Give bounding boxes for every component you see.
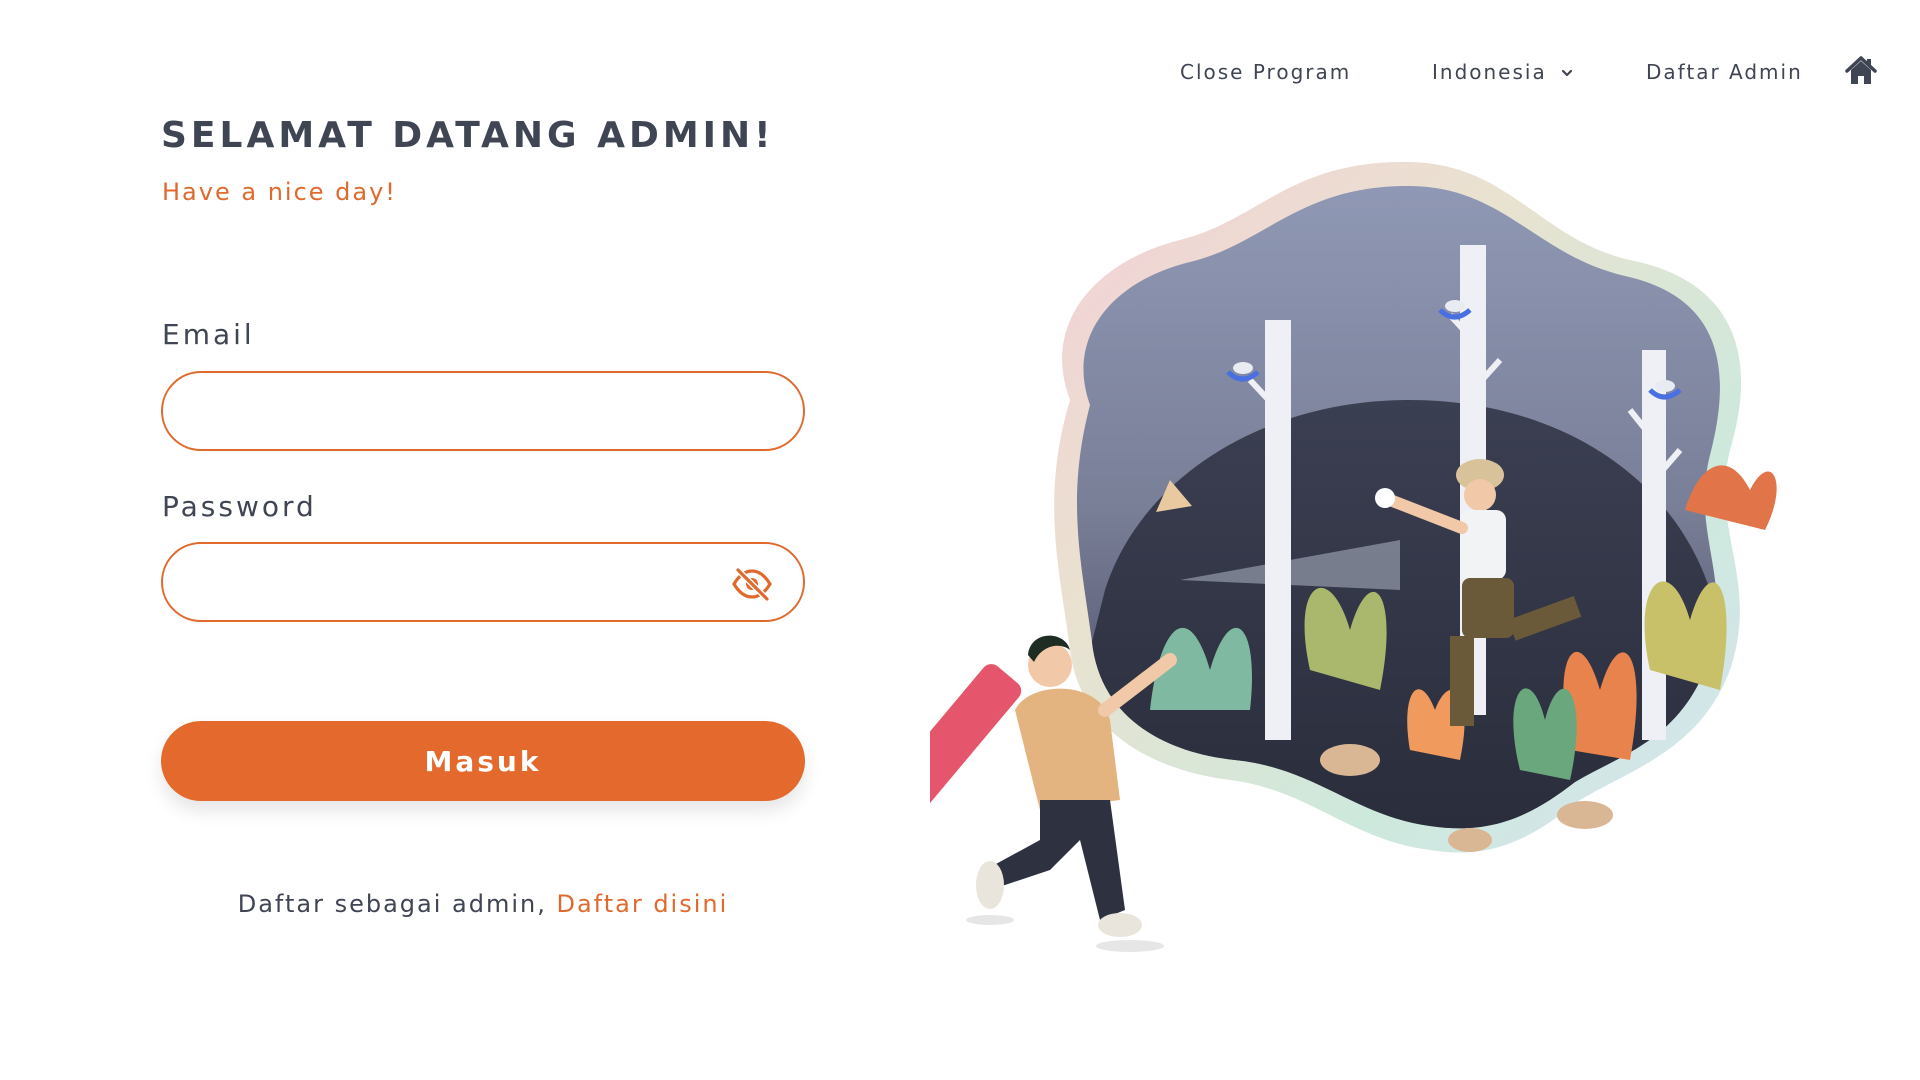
password-input[interactable]: [195, 544, 739, 622]
page-title: SELAMAT DATANG ADMIN!: [161, 115, 775, 156]
email-input[interactable]: [195, 373, 739, 451]
email-label: Email: [162, 318, 255, 351]
page-subtitle: Have a nice day!: [162, 178, 397, 206]
login-button[interactable]: Masuk: [161, 721, 805, 801]
register-text: Daftar sebagai admin,: [237, 890, 547, 918]
close-program-link[interactable]: Close Program: [1180, 60, 1351, 84]
register-prompt: Daftar sebagai admin, Daftar disini: [161, 890, 805, 918]
language-selector[interactable]: Indonesia: [1432, 60, 1573, 84]
password-field-wrapper: [161, 542, 805, 622]
email-field-wrapper: [161, 371, 805, 451]
password-label: Password: [162, 490, 317, 523]
home-icon[interactable]: [1844, 54, 1878, 88]
daftar-admin-link[interactable]: Daftar Admin: [1646, 60, 1803, 84]
eye-slash-icon[interactable]: [731, 566, 773, 602]
language-label: Indonesia: [1432, 60, 1547, 84]
forest-illustration: [846, 150, 1810, 960]
top-nav: Close Program Indonesia Daftar Admin: [0, 56, 1920, 90]
chevron-down-icon: [1561, 60, 1573, 84]
register-link[interactable]: Daftar disini: [556, 890, 728, 918]
